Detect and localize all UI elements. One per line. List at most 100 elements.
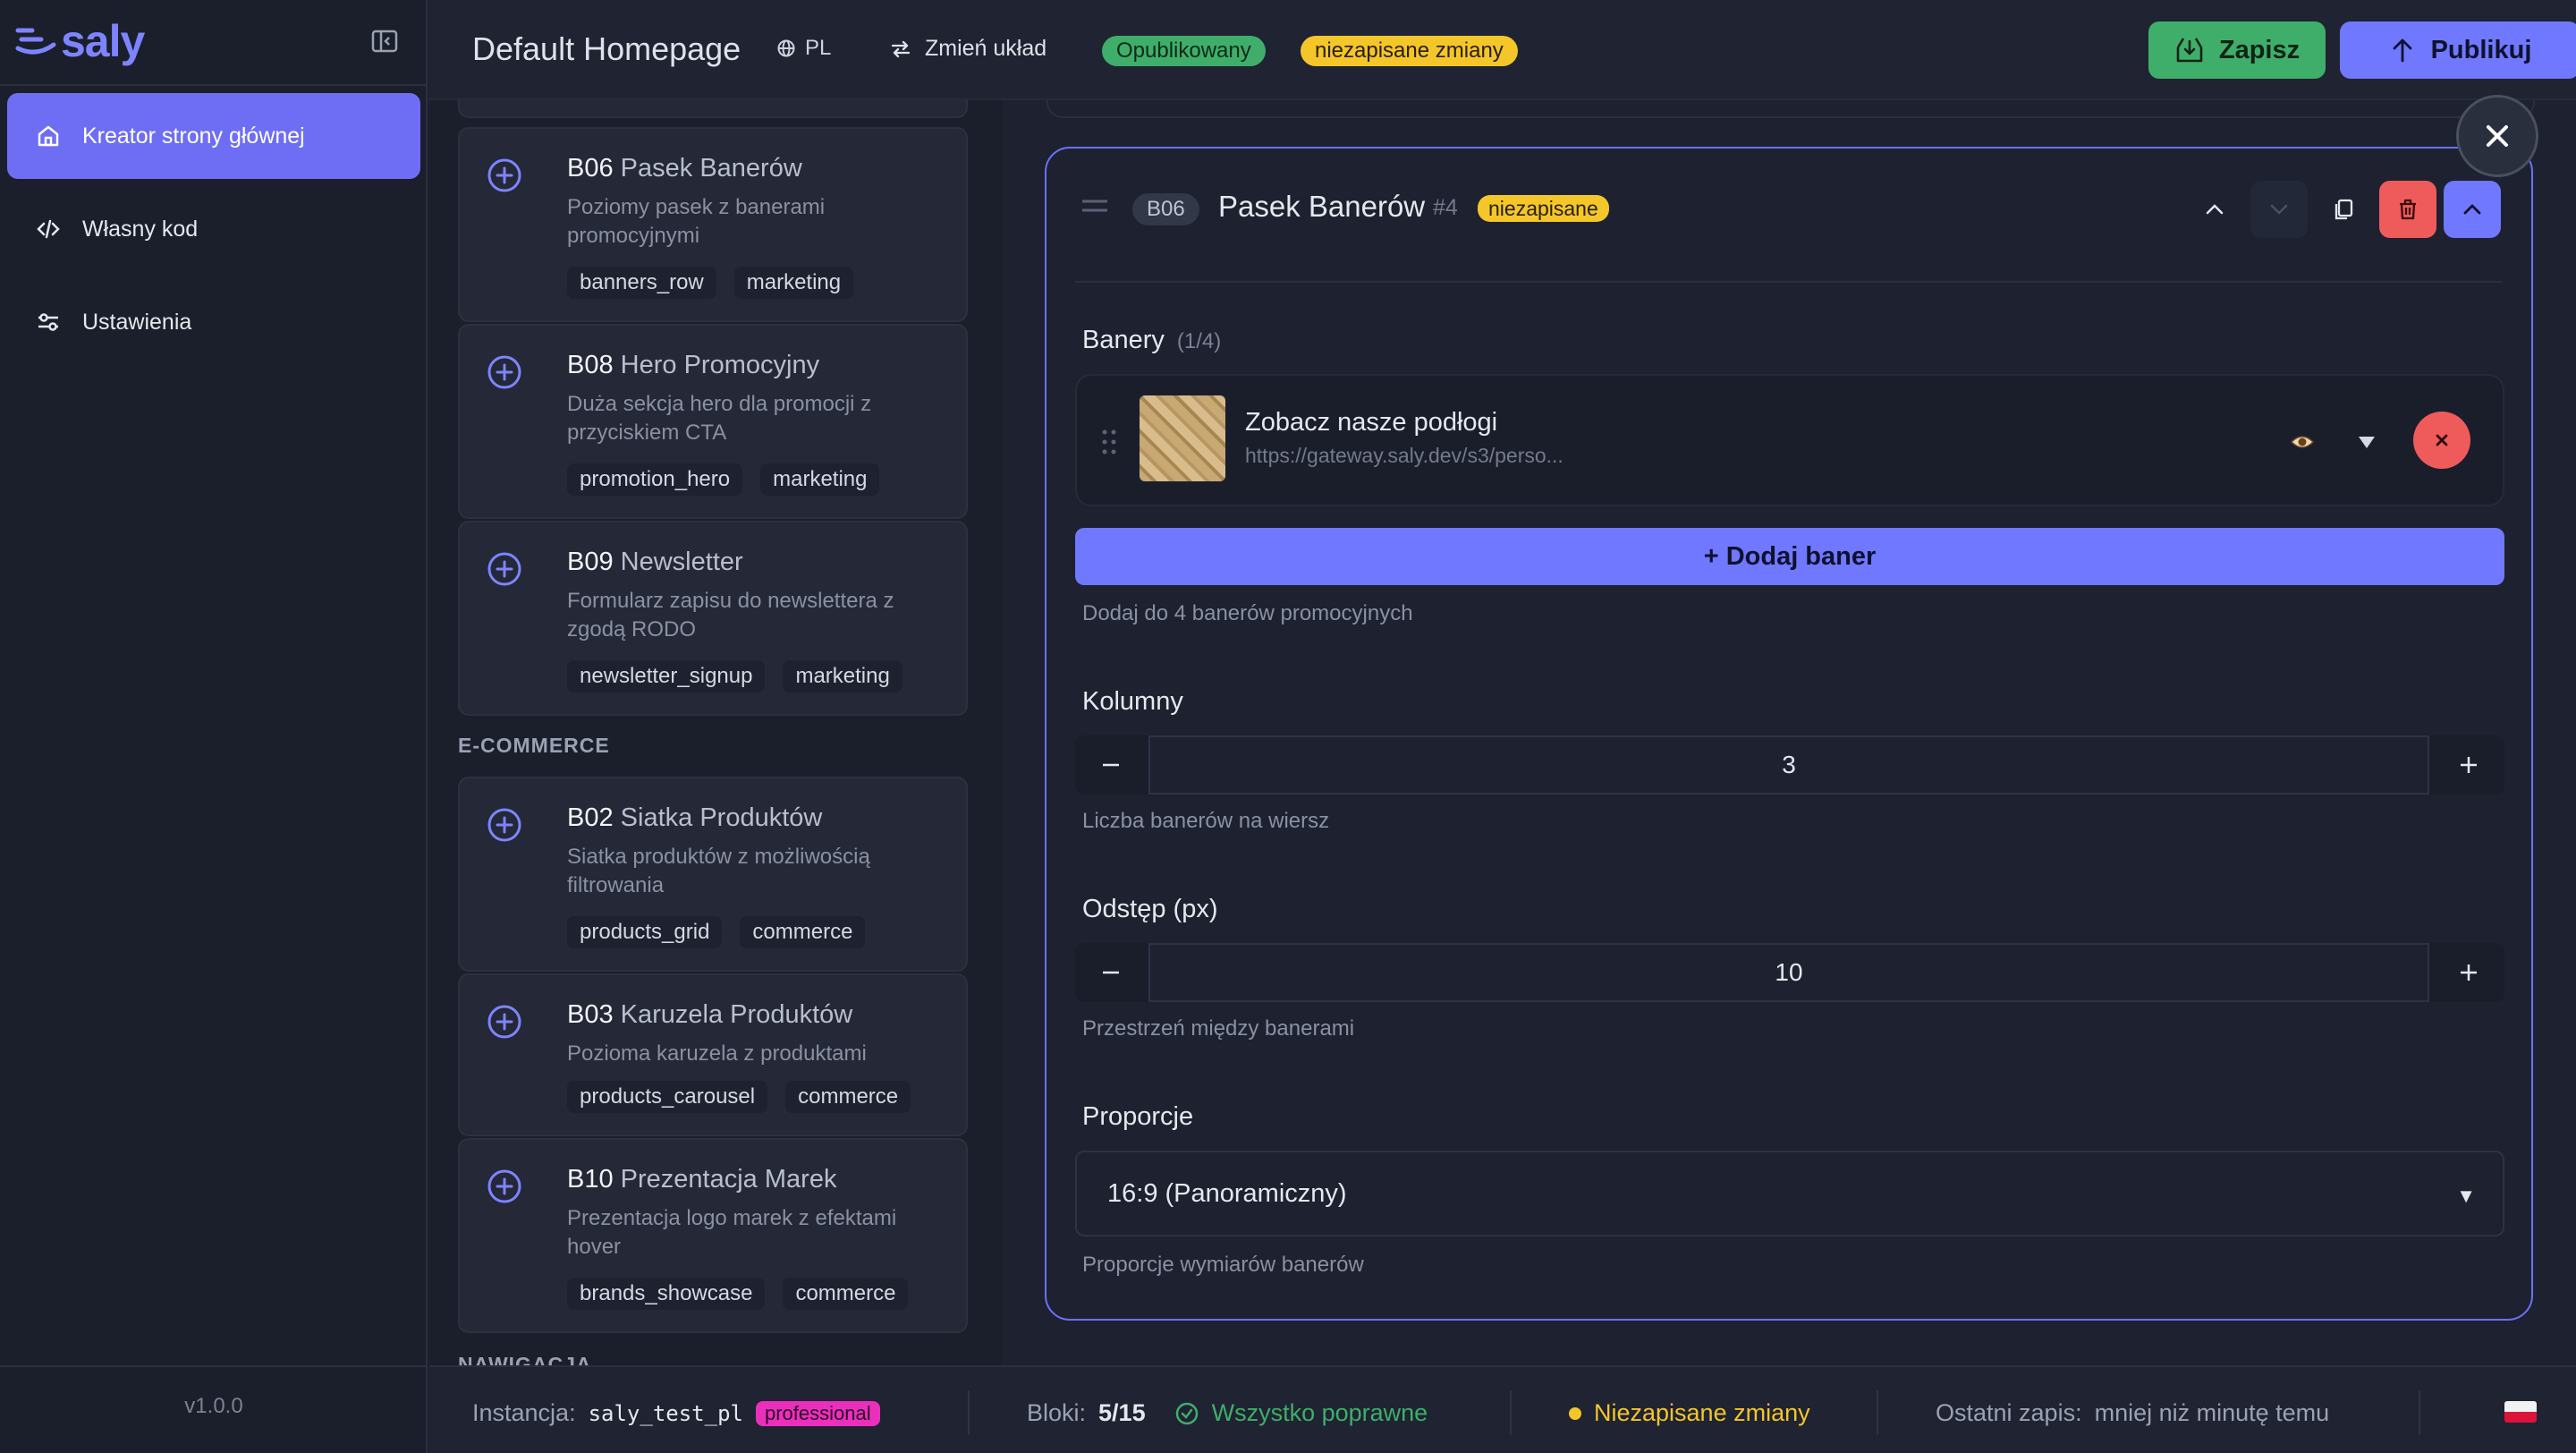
save-label: Zapisz <box>2218 35 2301 64</box>
block-card-b10[interactable]: B10 Prezentacja Marek Prezentacja logo m… <box>458 1138 968 1333</box>
change-layout-button[interactable]: Zmień układ <box>889 36 1046 62</box>
blocks-info: Bloki: 5/15 Wszystko poprawne <box>1027 1399 1428 1427</box>
banners-label-text: Banery <box>1082 326 1165 354</box>
block-title: Hero Promocyjny <box>620 351 820 379</box>
expand-banner-icon[interactable] <box>2351 426 2383 458</box>
unsaved-info: Niezapisane zmiany <box>1569 1399 1810 1427</box>
gap-decrement-button[interactable] <box>1075 943 1147 1002</box>
columns-input[interactable]: 3 <box>1148 735 2429 794</box>
panel-divider <box>1075 281 2503 283</box>
status-badge-published: Opublikowany <box>1102 36 1266 66</box>
block-editor-panel: B06 Pasek Banerów #4 niezapisane Banery (… <box>1045 147 2533 1321</box>
validation-status: Wszystko poprawne <box>1211 1399 1428 1426</box>
top-header: Default Homepage PL Zmień układ Opubliko… <box>429 0 2576 100</box>
globe-icon <box>777 39 795 57</box>
save-button[interactable]: Zapisz <box>2148 21 2326 79</box>
grip-dots-icon[interactable] <box>1100 428 1118 456</box>
block-code: B09 <box>567 548 614 576</box>
close-editor-button[interactable] <box>2456 95 2538 177</box>
gap-input[interactable]: 10 <box>1148 943 2429 1002</box>
block-description: Duża sekcja hero dla promocji z przycisk… <box>567 392 872 445</box>
save-download-icon <box>2176 38 2203 63</box>
minus-icon <box>1103 763 1119 767</box>
block-index: #4 <box>1433 195 1458 220</box>
block-title: Karuzela Produktów <box>620 1000 853 1029</box>
move-up-button[interactable] <box>2186 181 2243 238</box>
block-card-b02[interactable]: B02 Siatka Produktów Siatka produktów z … <box>458 777 968 972</box>
block-tags: newsletter_signup marketing <box>567 660 902 693</box>
swap-arrows-icon <box>891 40 911 57</box>
trash-icon <box>2400 199 2416 220</box>
add-block-icon[interactable] <box>487 1004 522 1040</box>
preview-eye-icon[interactable] <box>2286 426 2318 458</box>
status-separator <box>1510 1390 1512 1435</box>
sidebar: saly Kreator strony głównej Własny kod U… <box>0 0 428 1453</box>
block-description: Formularz zapisu do newslettera z zgodą … <box>567 589 894 642</box>
saly-logo-icon <box>15 28 56 55</box>
block-card-b09[interactable]: B09 Newsletter Formularz zapisu do newsl… <box>458 521 968 716</box>
move-down-button[interactable] <box>2250 181 2308 238</box>
banner-item: Zobacz nasze podłogi https://gateway.sal… <box>1075 374 2504 506</box>
language-selector[interactable]: PL <box>776 36 831 61</box>
add-block-icon[interactable] <box>487 807 522 843</box>
ratio-label: Proporcje <box>1082 1102 1194 1131</box>
status-separator <box>1877 1390 1878 1435</box>
add-block-icon[interactable] <box>487 157 522 193</box>
block-code: B06 <box>567 154 614 183</box>
add-banner-button[interactable]: + Dodaj baner <box>1075 528 2504 585</box>
block-card-b06[interactable]: B06 Pasek Banerów Poziomy pasek z banera… <box>458 127 968 322</box>
unsaved-dot-icon <box>1569 1406 1581 1420</box>
drag-handle-icon[interactable] <box>1080 199 1109 213</box>
banners-label: Banery (1/4) <box>1082 326 1221 355</box>
delete-block-button[interactable] <box>2379 181 2436 238</box>
remove-banner-button[interactable] <box>2413 412 2470 469</box>
block-code: B10 <box>567 1165 614 1194</box>
blocks-label: Bloki: <box>1027 1399 1087 1426</box>
gap-stepper: 10 <box>1075 943 2504 1002</box>
chevron-down-icon <box>2270 204 2288 215</box>
block-tag: newsletter_signup <box>567 660 766 693</box>
minus-icon <box>1103 971 1119 974</box>
publish-button[interactable]: Publikuj <box>2340 21 2576 79</box>
chevron-up-icon <box>2206 204 2224 215</box>
previous-block-card-edge <box>1046 100 2535 118</box>
add-block-icon[interactable] <box>487 551 522 587</box>
block-code: B08 <box>567 351 614 379</box>
columns-help: Liczba banerów na wiersz <box>1082 809 1330 833</box>
section-label-ecommerce: E-COMMERCE <box>458 734 610 757</box>
sidebar-item-custom-code[interactable]: Własny kod <box>7 186 420 272</box>
gap-increment-button[interactable] <box>2433 943 2504 1002</box>
banners-count: (1/4) <box>1176 329 1222 353</box>
block-tag: marketing <box>760 463 880 496</box>
plus-icon <box>2461 757 2477 773</box>
block-code-badge: B06 <box>1132 193 1199 225</box>
ratio-select[interactable]: 16:9 (Panoramiczny) ▼ <box>1075 1151 2504 1236</box>
check-circle-icon <box>1175 1402 1198 1424</box>
collapse-sidebar-icon[interactable] <box>370 27 399 55</box>
collapse-block-button[interactable] <box>2444 181 2501 238</box>
brand-logo[interactable]: saly <box>14 16 145 66</box>
add-block-icon[interactable] <box>487 1168 522 1204</box>
columns-increment-button[interactable] <box>2433 735 2504 794</box>
close-icon <box>2487 125 2508 147</box>
block-editor-title: Pasek Banerów <box>1218 190 1426 223</box>
block-card-b03[interactable]: B03 Karuzela Produktów Pozioma karuzela … <box>458 973 968 1136</box>
block-tags: products_carousel commerce <box>567 1081 911 1113</box>
block-tag: products_carousel <box>567 1081 768 1113</box>
block-description: Siatka produktów z możliwością filtrowan… <box>567 845 870 897</box>
block-name: B09 Newsletter <box>567 548 743 577</box>
sidebar-item-homepage-builder[interactable]: Kreator strony głównej <box>7 93 420 179</box>
gap-label: Odstęp (px) <box>1082 895 1218 923</box>
duplicate-button[interactable] <box>2315 181 2372 238</box>
columns-label: Kolumny <box>1082 687 1183 716</box>
sidebar-item-settings[interactable]: Ustawienia <box>7 279 420 365</box>
unsaved-status: Niezapisane zmiany <box>1594 1399 1810 1426</box>
columns-decrement-button[interactable] <box>1075 735 1147 794</box>
poland-flag-icon[interactable] <box>2504 1401 2537 1423</box>
plus-icon <box>2461 964 2477 981</box>
home-icon <box>34 122 63 150</box>
banner-title: Zobacz nasze podłogi <box>1245 408 1498 437</box>
block-card-b08[interactable]: B08 Hero Promocyjny Duża sekcja hero dla… <box>458 324 968 519</box>
add-block-icon[interactable] <box>487 354 522 390</box>
block-title: Prezentacja Marek <box>620 1165 837 1194</box>
